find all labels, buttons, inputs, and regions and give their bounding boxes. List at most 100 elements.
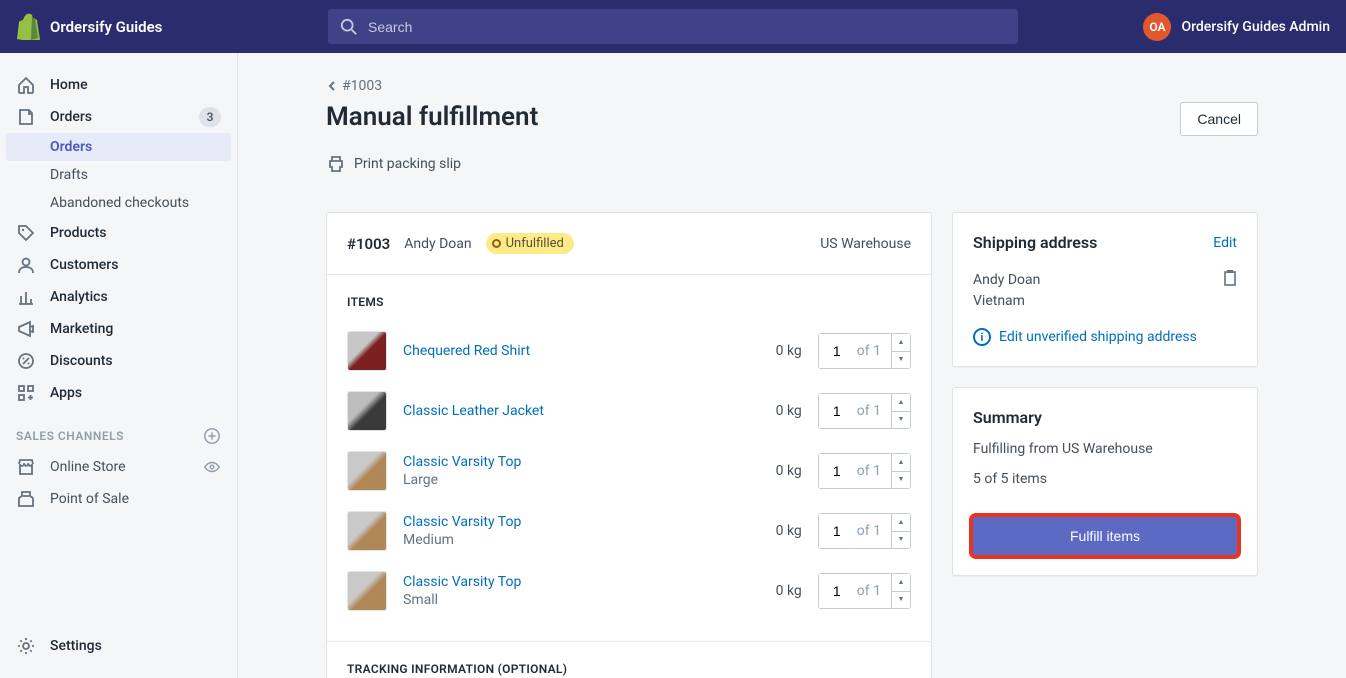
item-info: Classic Varsity Top Large xyxy=(403,454,726,488)
marketing-icon xyxy=(16,319,36,339)
spinner: ▲ ▼ xyxy=(892,454,910,488)
sidebar: Home Orders 3 Orders Drafts Abandoned ch… xyxy=(0,53,238,678)
customer-name: Andy Doan xyxy=(404,236,471,252)
quantity-of-label: of 1 xyxy=(855,454,892,488)
nav-discounts[interactable]: Discounts xyxy=(0,345,237,377)
item-name-link[interactable]: Chequered Red Shirt xyxy=(403,343,726,359)
pos-icon xyxy=(16,489,36,509)
item-name-link[interactable]: Classic Leather Jacket xyxy=(403,403,726,419)
admin-name[interactable]: Ordersify Guides Admin xyxy=(1181,19,1330,35)
spinner: ▲ ▼ xyxy=(892,514,910,548)
store-icon xyxy=(16,457,36,477)
view-icon[interactable] xyxy=(203,458,221,476)
back-link[interactable]: #1003 xyxy=(326,78,382,94)
edit-address-link[interactable]: Edit xyxy=(1213,235,1237,251)
quantity-stepper[interactable]: of 1 ▲ ▼ xyxy=(818,333,911,369)
location-label: US Warehouse xyxy=(820,236,911,252)
order-card: #1003 Andy Doan Unfulfilled US Warehouse… xyxy=(326,212,932,678)
shipping-card: Shipping address Edit Andy Doan Vietnam … xyxy=(952,212,1258,367)
nav-apps[interactable]: Apps xyxy=(0,377,237,409)
channel-pos[interactable]: Point of Sale xyxy=(0,483,237,515)
item-name-link[interactable]: Classic Varsity Top xyxy=(403,514,726,530)
nav-label: Orders xyxy=(50,109,92,125)
decrement-button[interactable]: ▼ xyxy=(892,472,910,489)
page-title: Manual fulfillment xyxy=(326,102,538,132)
shipping-title: Shipping address xyxy=(973,233,1097,252)
decrement-button[interactable]: ▼ xyxy=(892,352,910,369)
item-variant: Small xyxy=(403,592,726,608)
shopify-logo-icon xyxy=(16,13,40,40)
quantity-stepper[interactable]: of 1 ▲ ▼ xyxy=(818,453,911,489)
item-info: Chequered Red Shirt xyxy=(403,343,726,359)
search-input[interactable] xyxy=(368,19,1006,35)
verify-address-link[interactable]: i Edit unverified shipping address xyxy=(973,328,1237,346)
quantity-input[interactable] xyxy=(819,334,855,368)
quantity-input[interactable] xyxy=(819,454,855,488)
increment-button[interactable]: ▲ xyxy=(892,574,910,592)
item-weight: 0 kg xyxy=(742,403,802,419)
quantity-stepper[interactable]: of 1 ▲ ▼ xyxy=(818,393,911,429)
status-badge: Unfulfilled xyxy=(486,233,574,254)
info-icon: i xyxy=(973,328,991,346)
product-thumbnail xyxy=(347,391,387,431)
line-item: Chequered Red Shirt 0 kg of 1 ▲ ▼ xyxy=(347,321,911,381)
subnav-orders[interactable]: Orders xyxy=(6,133,231,161)
quantity-input[interactable] xyxy=(819,574,855,608)
channel-label: Point of Sale xyxy=(50,491,129,507)
increment-button[interactable]: ▲ xyxy=(892,394,910,412)
product-thumbnail xyxy=(347,571,387,611)
quantity-of-label: of 1 xyxy=(855,574,892,608)
spinner: ▲ ▼ xyxy=(892,394,910,428)
decrement-button[interactable]: ▼ xyxy=(892,532,910,549)
clipboard-icon[interactable] xyxy=(1223,270,1237,286)
quantity-of-label: of 1 xyxy=(855,514,892,548)
summary-card: Summary Fulfilling from US Warehouse 5 o… xyxy=(952,387,1258,576)
store-name: Ordersify Guides xyxy=(50,18,162,36)
nav-settings[interactable]: Settings xyxy=(0,630,237,662)
item-weight: 0 kg xyxy=(742,343,802,359)
fulfill-items-button[interactable]: Fulfill items xyxy=(973,517,1237,555)
nav-customers[interactable]: Customers xyxy=(0,249,237,281)
status-dot-icon xyxy=(492,239,501,248)
search-container xyxy=(328,9,1018,44)
quantity-stepper[interactable]: of 1 ▲ ▼ xyxy=(818,513,911,549)
item-variant: Large xyxy=(403,472,726,488)
increment-button[interactable]: ▲ xyxy=(892,334,910,352)
nav-label: Analytics xyxy=(50,289,108,305)
item-info: Classic Varsity Top Medium xyxy=(403,514,726,548)
spinner: ▲ ▼ xyxy=(892,334,910,368)
subnav-abandoned[interactable]: Abandoned checkouts xyxy=(0,189,237,217)
nav-marketing[interactable]: Marketing xyxy=(0,313,237,345)
line-item: Classic Varsity Top Medium 0 kg of 1 ▲ ▼ xyxy=(347,501,911,561)
add-channel-icon[interactable] xyxy=(203,427,221,445)
summary-from: Fulfilling from US Warehouse xyxy=(973,441,1237,457)
order-number: #1003 xyxy=(347,235,390,253)
item-name-link[interactable]: Classic Varsity Top xyxy=(403,454,726,470)
nav-label: Apps xyxy=(50,385,82,401)
increment-button[interactable]: ▲ xyxy=(892,454,910,472)
quantity-input[interactable] xyxy=(819,394,855,428)
line-item: Classic Leather Jacket 0 kg of 1 ▲ ▼ xyxy=(347,381,911,441)
apps-icon xyxy=(16,383,36,403)
nav-products[interactable]: Products xyxy=(0,217,237,249)
decrement-button[interactable]: ▼ xyxy=(892,412,910,429)
item-name-link[interactable]: Classic Varsity Top xyxy=(403,574,726,590)
quantity-stepper[interactable]: of 1 ▲ ▼ xyxy=(818,573,911,609)
avatar[interactable]: OA xyxy=(1143,13,1171,41)
search-box[interactable] xyxy=(328,9,1018,44)
line-item: Classic Varsity Top Large 0 kg of 1 ▲ ▼ xyxy=(347,441,911,501)
nav-analytics[interactable]: Analytics xyxy=(0,281,237,313)
address-name: Andy Doan xyxy=(973,270,1237,291)
increment-button[interactable]: ▲ xyxy=(892,514,910,532)
cancel-button[interactable]: Cancel xyxy=(1180,102,1258,136)
quantity-of-label: of 1 xyxy=(855,334,892,368)
decrement-button[interactable]: ▼ xyxy=(892,592,910,609)
logo-area[interactable]: Ordersify Guides xyxy=(16,13,328,40)
quantity-input[interactable] xyxy=(819,514,855,548)
print-packing-slip[interactable]: Print packing slip xyxy=(326,154,461,174)
channel-online-store[interactable]: Online Store xyxy=(0,451,237,483)
subnav-drafts[interactable]: Drafts xyxy=(0,161,237,189)
nav-home[interactable]: Home xyxy=(0,69,237,101)
customers-icon xyxy=(16,255,36,275)
nav-orders[interactable]: Orders 3 xyxy=(0,101,237,133)
